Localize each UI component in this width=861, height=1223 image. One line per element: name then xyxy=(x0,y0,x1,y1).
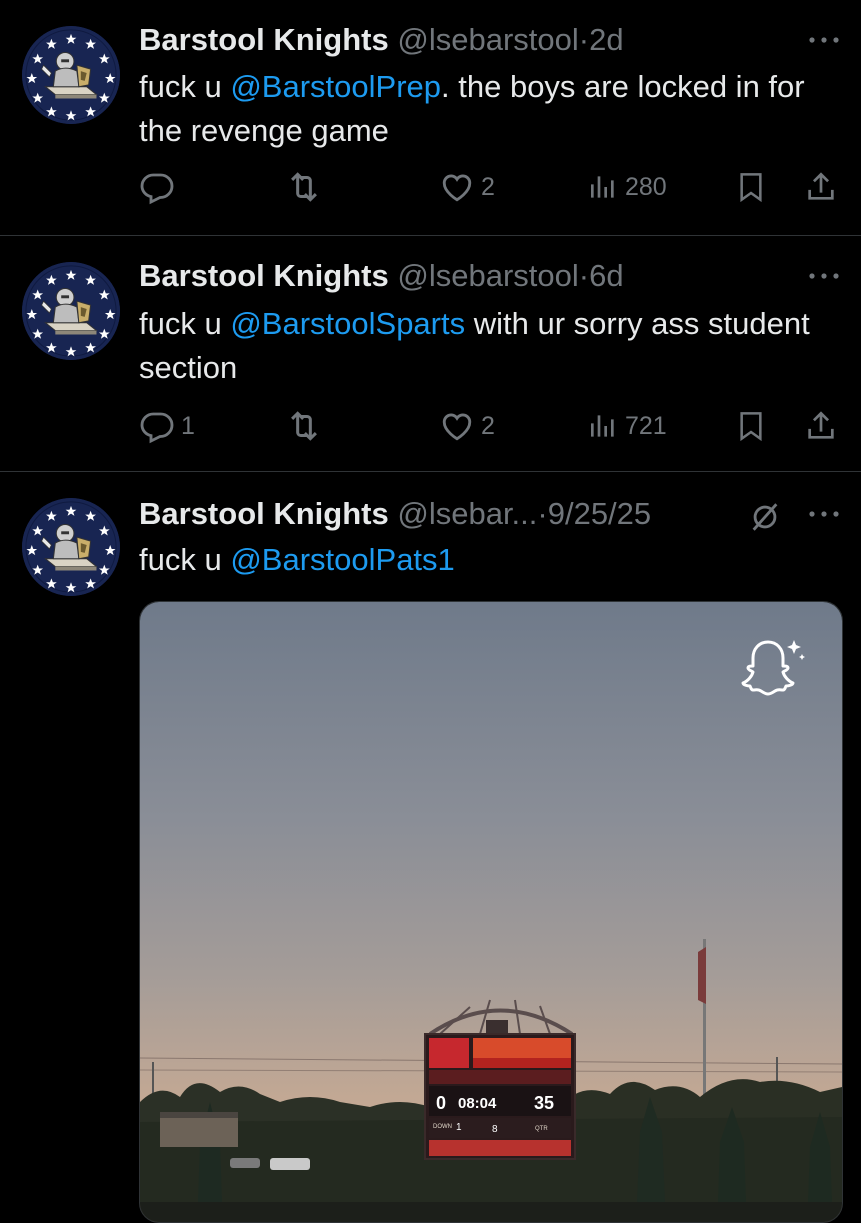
timestamp[interactable]: 2d xyxy=(589,22,623,57)
avatar[interactable] xyxy=(22,26,120,124)
grok-icon[interactable] xyxy=(748,500,782,534)
bookmark-icon xyxy=(740,173,762,203)
reply-button[interactable] xyxy=(139,167,181,207)
retweet-button[interactable] xyxy=(285,167,329,207)
views-button[interactable]: 721 xyxy=(587,406,667,446)
tweet-text-part: fuck u xyxy=(139,542,231,577)
view-count: 280 xyxy=(625,172,667,201)
knight-logo-icon xyxy=(22,262,120,360)
views-button[interactable]: 280 xyxy=(587,167,667,207)
down-value: 1 xyxy=(456,1122,462,1133)
share-button[interactable] xyxy=(804,167,838,207)
action-bar: 2 280 xyxy=(139,167,839,207)
bookmark-button[interactable] xyxy=(735,167,767,207)
like-icon xyxy=(442,174,472,202)
more-icon[interactable] xyxy=(806,30,842,50)
display-name[interactable]: Barstool Knights xyxy=(139,496,389,531)
views-icon xyxy=(591,176,614,198)
username[interactable]: @lsebarstool xyxy=(397,258,578,293)
avatar[interactable] xyxy=(22,262,120,360)
separator: · xyxy=(537,496,548,531)
retweet-icon xyxy=(291,411,317,441)
reply-icon xyxy=(140,412,174,444)
tweet-header: Barstool Knights @lsebarstool·2d xyxy=(139,20,624,60)
like-icon xyxy=(442,413,472,441)
share-button[interactable] xyxy=(804,406,838,446)
view-count: 721 xyxy=(625,411,667,440)
home-score: 0 xyxy=(436,1093,446,1113)
timestamp[interactable]: 9/25/25 xyxy=(548,496,651,531)
like-count: 2 xyxy=(481,411,495,440)
timestamp[interactable]: 6d xyxy=(589,258,623,293)
tweet-text: fuck u @BarstoolPats1 xyxy=(139,538,839,582)
mention-link[interactable]: @BarstoolSparts xyxy=(230,306,465,341)
separator: · xyxy=(578,258,590,293)
views-icon xyxy=(591,415,614,437)
mention-link[interactable]: @BarstoolPrep xyxy=(230,69,441,104)
display-name[interactable]: Barstool Knights xyxy=(139,258,389,293)
username[interactable]: @lsebar... xyxy=(397,496,537,531)
bookmark-button[interactable] xyxy=(735,406,767,446)
reply-button[interactable]: 1 xyxy=(139,406,195,446)
qtr-label: QTR xyxy=(535,1126,548,1132)
tweet[interactable]: Barstool Knights @lsebarstool·2d fuck u … xyxy=(0,0,861,236)
mention-link[interactable]: @BarstoolPats1 xyxy=(230,542,454,577)
reply-icon xyxy=(140,173,174,205)
snapchat-ghost-icon[interactable] xyxy=(736,636,808,700)
tweet-header: Barstool Knights @lsebarstool·6d xyxy=(139,256,624,296)
togo-value: 8 xyxy=(492,1124,498,1135)
tweet[interactable]: Barstool Knights @lsebarstool·6d fuck u … xyxy=(0,236,861,472)
more-icon[interactable] xyxy=(806,504,842,524)
retweet-icon xyxy=(291,172,317,202)
avatar[interactable] xyxy=(22,498,120,596)
knight-logo-icon xyxy=(22,26,120,124)
down-label: DOWN xyxy=(433,1124,452,1130)
like-button[interactable]: 2 xyxy=(439,406,495,446)
like-count: 2 xyxy=(481,172,495,201)
tweet-photo[interactable]: 0 08:04 35 DOWN 1 8 QTR xyxy=(139,601,843,1223)
retweet-button[interactable] xyxy=(285,406,329,446)
share-icon xyxy=(808,172,834,200)
tweet-text-part: fuck u xyxy=(139,306,231,341)
game-clock: 08:04 xyxy=(458,1095,497,1112)
separator: · xyxy=(578,22,590,57)
tweet-text: fuck u @BarstoolPrep. the boys are locke… xyxy=(139,65,839,153)
bookmark-icon xyxy=(740,412,762,442)
action-bar: 1 2 721 xyxy=(139,406,839,446)
like-button[interactable]: 2 xyxy=(439,167,495,207)
tweet-text: fuck u @BarstoolSparts with ur sorry ass… xyxy=(139,302,839,390)
share-icon xyxy=(808,411,834,439)
away-score: 35 xyxy=(534,1093,554,1113)
tweet-header: Barstool Knights @lsebar...·9/25/25 xyxy=(139,494,651,534)
more-icon[interactable] xyxy=(806,266,842,286)
username[interactable]: @lsebarstool xyxy=(397,22,578,57)
reply-count: 1 xyxy=(181,411,195,440)
knight-logo-icon xyxy=(22,498,120,596)
display-name[interactable]: Barstool Knights xyxy=(139,22,389,57)
tweet-text-part: fuck u xyxy=(139,69,231,104)
